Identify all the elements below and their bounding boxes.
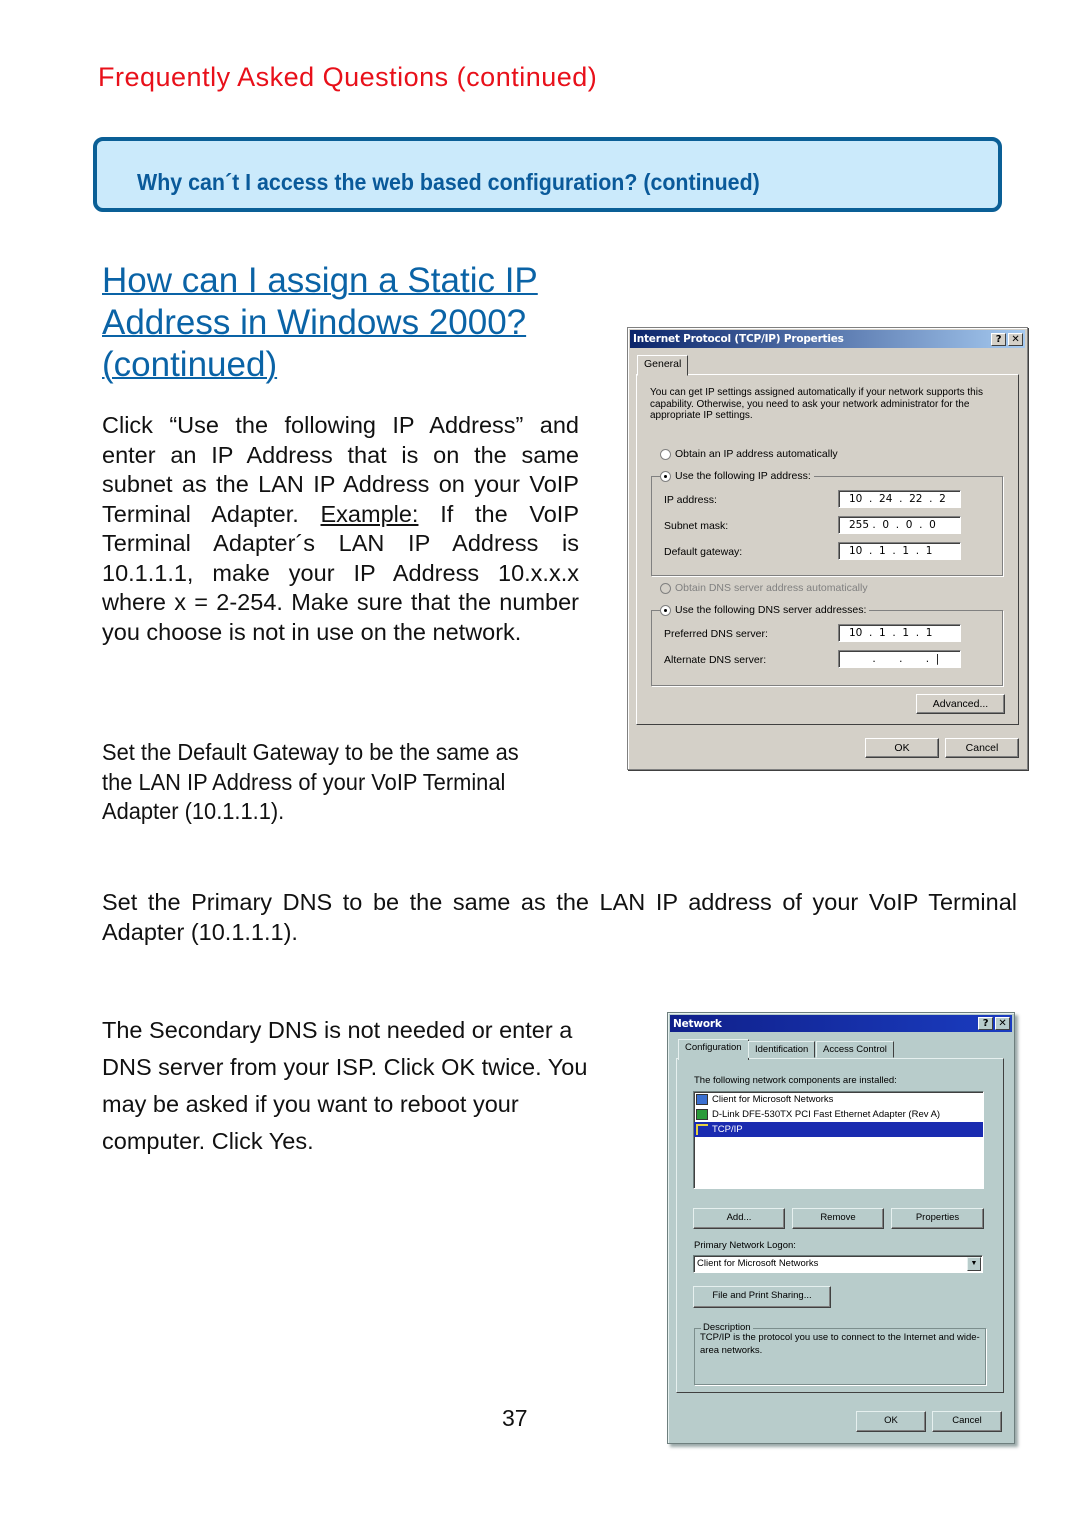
description-text: TCP/IP is the protocol you use to connec… xyxy=(700,1332,980,1356)
help-button[interactable]: ? xyxy=(978,1017,993,1030)
tcpip-properties-dialog: Internet Protocol (TCP/IP) Properties ? … xyxy=(627,327,1028,770)
help-button[interactable]: ? xyxy=(991,333,1006,346)
section-title: Frequently Asked Questions (continued) xyxy=(98,62,598,92)
instruction-paragraph-dns: Set the Primary DNS to be the same as th… xyxy=(102,889,1017,945)
question-title: Why can´t I access the web based configu… xyxy=(137,169,760,195)
close-button[interactable]: ✕ xyxy=(995,1017,1010,1030)
list-item-label: Client for Microsoft Networks xyxy=(712,1094,834,1105)
properties-button[interactable]: Properties xyxy=(891,1208,984,1229)
question-box: Why can´t I access the web based configu… xyxy=(93,137,1002,212)
radio-selected-icon xyxy=(660,470,671,482)
close-button[interactable]: ✕ xyxy=(1008,333,1023,346)
radio-icon xyxy=(660,448,671,460)
components-listbox[interactable]: Client for Microsoft Networks D-Link DFE… xyxy=(693,1091,984,1189)
radio-use-following-ip[interactable]: Use the following IP address: xyxy=(660,470,814,482)
radio-label: Obtain an IP address automatically xyxy=(675,448,838,460)
subnet-mask-label: Subnet mask: xyxy=(664,520,729,532)
dialog-title: Network xyxy=(673,1018,722,1030)
cancel-button[interactable]: Cancel xyxy=(932,1411,1002,1432)
file-print-sharing-button[interactable]: File and Print Sharing... xyxy=(693,1286,831,1308)
radio-obtain-ip-auto[interactable]: Obtain an IP address automatically xyxy=(660,448,841,460)
radio-label: Use the following DNS server addresses: xyxy=(675,604,867,616)
page-number: 37 xyxy=(502,1405,528,1431)
preferred-dns-input[interactable]: 10 . 1 . 1 . 1 xyxy=(838,624,961,642)
advanced-button[interactable]: Advanced... xyxy=(916,694,1005,714)
primary-logon-label: Primary Network Logon: xyxy=(694,1240,796,1251)
radio-obtain-dns-auto[interactable]: Obtain DNS server address automatically xyxy=(660,582,871,594)
default-gateway-input[interactable]: 10 . 1 . 1 . 1 xyxy=(838,542,961,560)
instruction-paragraph-ip: Click “Use the following IP Address” and… xyxy=(102,411,579,647)
list-item[interactable]: D-Link DFE-530TX PCI Fast Ethernet Adapt… xyxy=(694,1107,983,1122)
add-button[interactable]: Add... xyxy=(693,1208,785,1229)
dialog-title-bar: Internet Protocol (TCP/IP) Properties ? … xyxy=(630,330,1025,348)
tab-configuration[interactable]: Configuration xyxy=(678,1039,749,1060)
instruction-paragraph-secondary-dns: The Secondary DNS is not needed or enter… xyxy=(102,1017,588,1154)
radio-icon xyxy=(660,582,671,594)
radio-label: Use the following IP address: xyxy=(675,470,811,482)
network-adapter-icon xyxy=(696,1109,708,1120)
ip-address-input[interactable]: 10 . 24 . 22 . 2 xyxy=(838,490,961,508)
radio-label: Obtain DNS server address automatically xyxy=(675,582,868,594)
tab-general[interactable]: General xyxy=(637,355,689,376)
chevron-down-icon[interactable]: ▼ xyxy=(967,1257,981,1271)
list-item-label: D-Link DFE-530TX PCI Fast Ethernet Adapt… xyxy=(712,1109,941,1120)
select-value: Client for Microsoft Networks xyxy=(697,1258,819,1269)
radio-selected-icon xyxy=(660,604,671,616)
network-dialog: Network ? ✕ Configuration Identification… xyxy=(667,1012,1015,1444)
list-item-label: TCP/IP xyxy=(712,1124,743,1135)
dialog-title: Internet Protocol (TCP/IP) Properties xyxy=(633,333,844,345)
tab-access-control[interactable]: Access Control xyxy=(816,1041,894,1058)
radio-use-following-dns[interactable]: Use the following DNS server addresses: xyxy=(660,604,870,616)
list-item[interactable]: Client for Microsoft Networks xyxy=(694,1092,983,1107)
subnet-mask-input[interactable]: 255 . 0 . 0 . 0 xyxy=(838,516,961,534)
client-icon xyxy=(696,1094,708,1105)
ip-address-label: IP address: xyxy=(664,494,717,506)
primary-logon-select[interactable]: Client for Microsoft Networks ▼ xyxy=(693,1255,983,1273)
preferred-dns-label: Preferred DNS server: xyxy=(664,628,768,640)
cancel-button[interactable]: Cancel xyxy=(945,738,1019,758)
instruction-paragraph-gateway: Set the Default Gateway to be the same a… xyxy=(102,739,519,824)
components-label: The following network components are ins… xyxy=(694,1075,897,1086)
default-gateway-label: Default gateway: xyxy=(664,546,743,558)
example-label: Example: xyxy=(320,500,419,527)
ok-button[interactable]: OK xyxy=(865,738,939,758)
alternate-dns-input[interactable]: . . . | xyxy=(838,650,961,668)
protocol-icon xyxy=(696,1124,708,1135)
list-item-selected[interactable]: TCP/IP xyxy=(694,1122,983,1137)
manual-dns-group xyxy=(651,610,1003,686)
dialog-title-bar: Network ? ✕ xyxy=(670,1015,1012,1032)
alternate-dns-label: Alternate DNS server: xyxy=(664,654,767,666)
page-heading: How can I assign a Static IP Address in … xyxy=(102,261,538,384)
tab-identification[interactable]: Identification xyxy=(748,1041,816,1058)
ok-button[interactable]: OK xyxy=(856,1411,926,1432)
remove-button[interactable]: Remove xyxy=(792,1208,884,1229)
intro-text: You can get IP settings assigned automat… xyxy=(650,387,983,421)
